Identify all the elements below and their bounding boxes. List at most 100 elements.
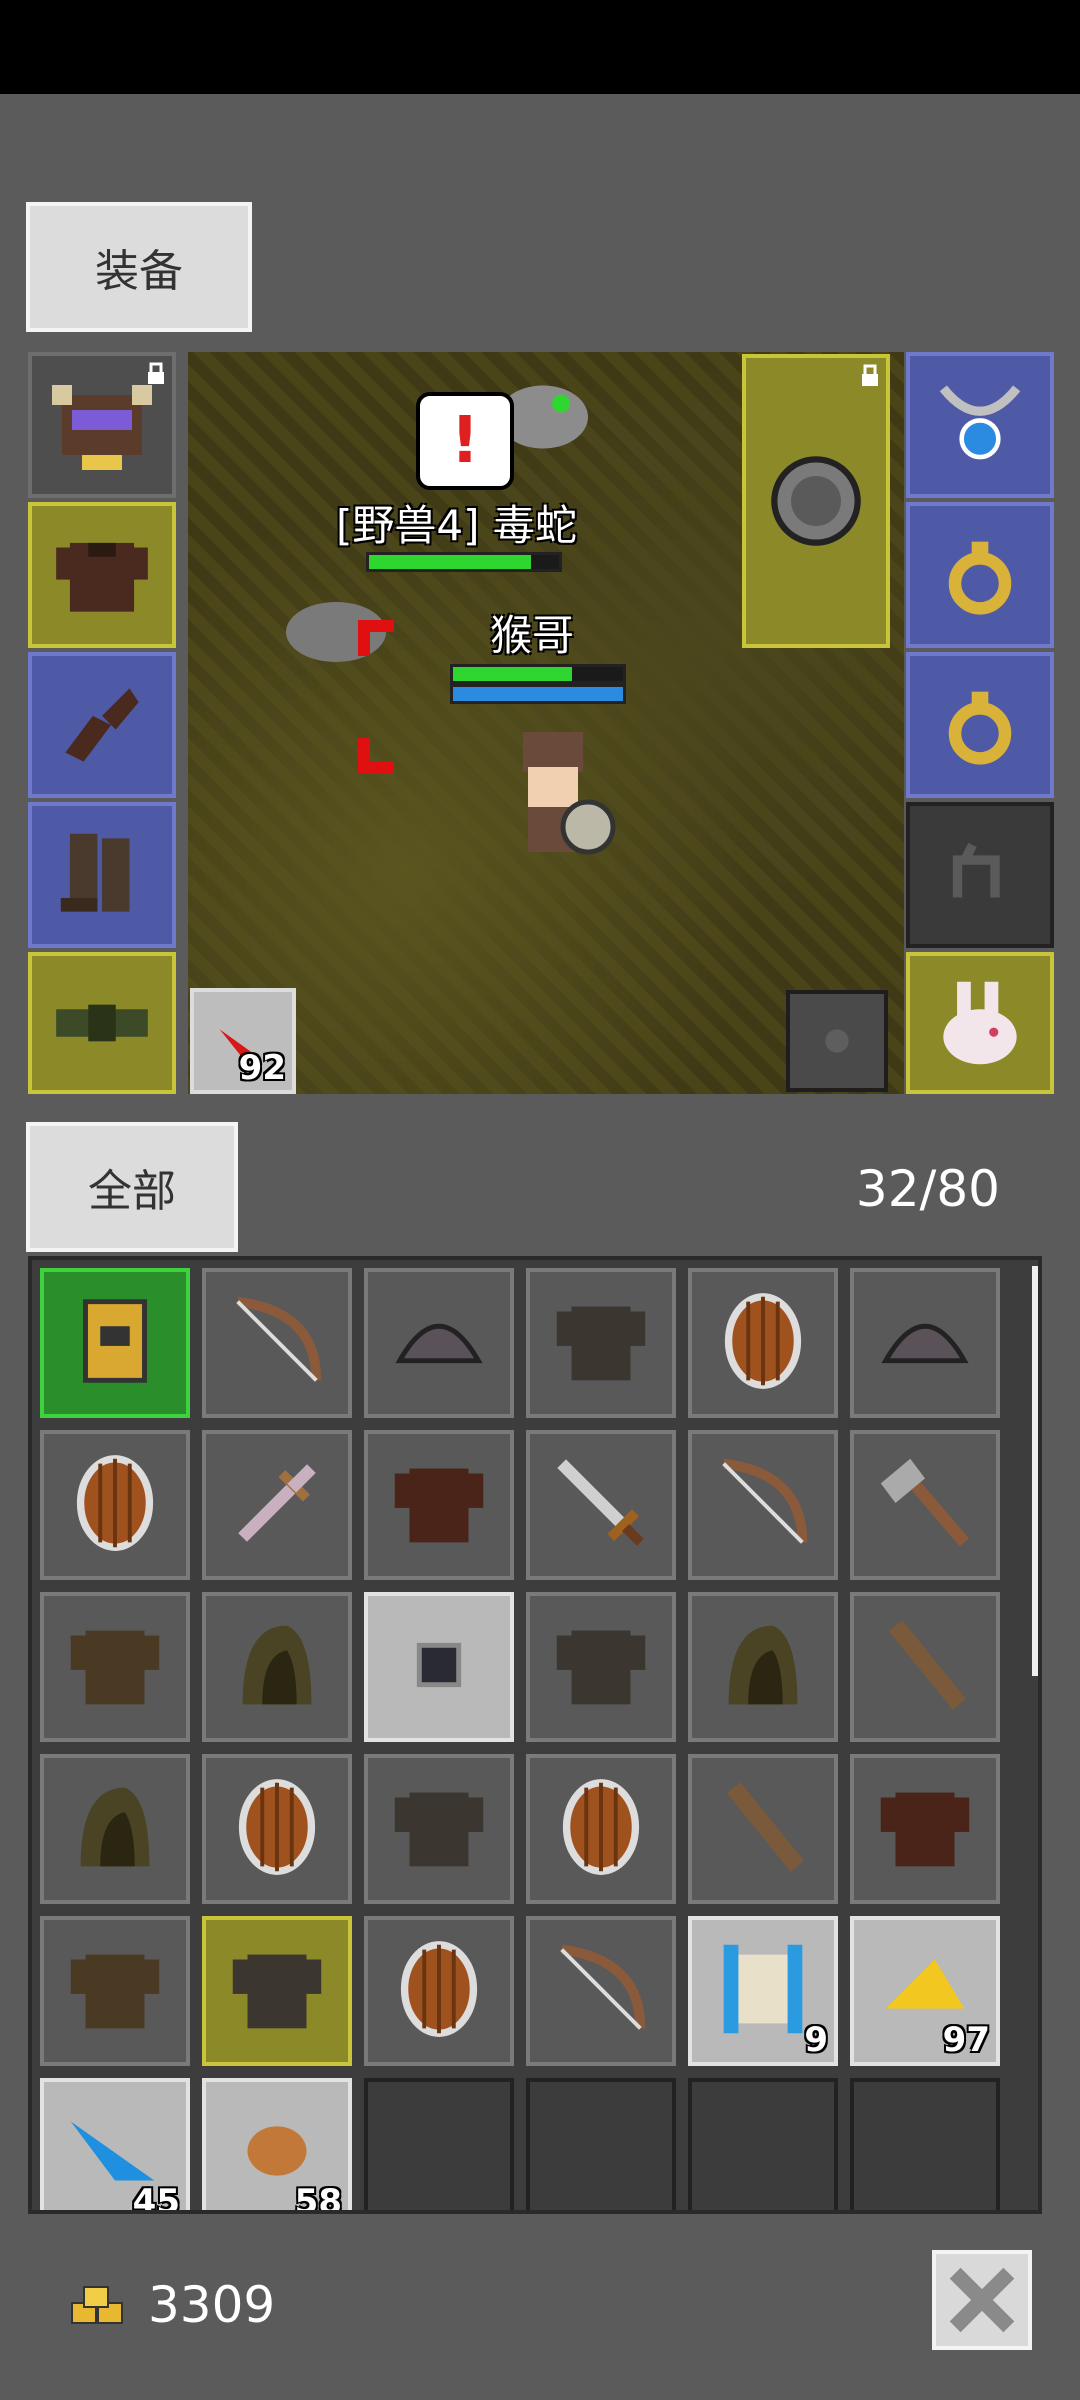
necklace-slot[interactable] <box>906 352 1054 498</box>
inventory-count: 32/80 <box>855 1160 1000 1218</box>
inventory-slot[interactable] <box>40 1268 190 1418</box>
inventory-empty-slot[interactable] <box>688 2078 838 2210</box>
inventory-slot[interactable] <box>688 1592 838 1742</box>
item-count: 9 <box>804 2020 828 2060</box>
inventory-slot[interactable] <box>688 1268 838 1418</box>
gloves-slot[interactable] <box>28 652 176 798</box>
ring-slot-1[interactable] <box>906 502 1054 648</box>
inventory-slot[interactable] <box>364 1916 514 2066</box>
arrow-slot[interactable]: 92 <box>190 988 296 1094</box>
enemy-name: [野兽4] 毒蛇 <box>336 501 577 550</box>
inventory-slot[interactable] <box>40 1754 190 1904</box>
enemy-hp-bar <box>366 552 562 572</box>
wooden-shield-icon <box>724 1293 802 1389</box>
inventory-filter-all[interactable]: 全部 <box>26 1122 238 1252</box>
short-sword-icon <box>238 1464 316 1542</box>
golden-helmet-icon <box>83 1299 147 1383</box>
inventory-slot[interactable] <box>202 1268 352 1418</box>
inventory-slot[interactable] <box>364 1592 514 1742</box>
skill-slot[interactable] <box>786 990 888 1092</box>
inventory-empty-slot[interactable] <box>526 2078 676 2210</box>
bow-icon <box>722 1458 808 1544</box>
inventory-slot[interactable] <box>526 1268 676 1418</box>
close-button[interactable] <box>932 2250 1032 2350</box>
pet-slot[interactable] <box>906 952 1054 1094</box>
wooden-shield-icon <box>562 1779 640 1875</box>
necklace-icon <box>939 385 1021 460</box>
inventory-empty-slot[interactable] <box>850 2078 1000 2210</box>
inventory-slot[interactable] <box>40 1592 190 1742</box>
target-marker-bottom <box>358 738 394 774</box>
hood-icon <box>242 1625 312 1705</box>
belt-slot[interactable] <box>28 952 176 1094</box>
iron-cap-icon <box>881 1323 969 1364</box>
inventory-slot[interactable] <box>202 1754 352 1904</box>
mount-slot[interactable] <box>906 802 1054 948</box>
inventory-slot[interactable] <box>202 1916 352 2066</box>
inventory-grid: 9 97 45 58 <box>28 1256 1042 2214</box>
dark-armor-icon <box>394 1792 484 1867</box>
gloves-icon <box>65 688 139 762</box>
iron-cap-icon <box>395 1323 483 1364</box>
inventory-slot[interactable]: 45 <box>40 2078 190 2210</box>
helmet-slot[interactable] <box>28 352 176 498</box>
inventory-slot[interactable] <box>526 1430 676 1580</box>
item-count: 97 <box>942 2020 990 2060</box>
horned-helmet-icon <box>52 385 152 470</box>
gold-coins-icon <box>71 2286 123 2324</box>
hood-icon <box>728 1625 798 1705</box>
long-sword-icon <box>557 1459 644 1546</box>
dark-armor-icon <box>556 1630 646 1705</box>
inventory-slot[interactable] <box>40 1916 190 2066</box>
inventory-slot[interactable] <box>688 1754 838 1904</box>
lock-icon <box>862 364 878 386</box>
inventory-slot[interactable] <box>688 1430 838 1580</box>
target-marker-top <box>358 620 394 656</box>
inventory-slot[interactable] <box>850 1268 1000 1418</box>
inventory-slot[interactable]: 58 <box>202 2078 352 2214</box>
inventory-slot[interactable] <box>202 1592 352 1742</box>
inventory-slot[interactable]: 9 <box>688 1916 838 2066</box>
inventory-slot[interactable] <box>526 1916 676 2066</box>
player-name: 猴哥 <box>490 611 575 660</box>
inventory-slot[interactable] <box>364 1430 514 1580</box>
equip-tab[interactable]: 装备 <box>26 202 252 332</box>
ore-icon <box>416 1642 462 1688</box>
axe-icon <box>880 1458 969 1547</box>
gold-amount: 3309 <box>148 2276 276 2334</box>
ring-icon <box>948 691 1012 765</box>
wooden-shield-icon <box>238 1779 316 1875</box>
ring-slot-2[interactable] <box>906 652 1054 798</box>
inventory-slot[interactable] <box>40 1430 190 1580</box>
inventory-slot[interactable] <box>526 1592 676 1742</box>
inventory-slot[interactable] <box>850 1592 1000 1742</box>
wooden-shield-icon <box>400 1941 478 2037</box>
club-icon <box>888 1620 967 1710</box>
inventory-empty-slot[interactable] <box>364 2078 514 2210</box>
body-armor-slot[interactable] <box>28 502 176 648</box>
leather-armor-icon <box>394 1468 484 1543</box>
player-hp-bar <box>450 664 626 684</box>
bow-icon <box>236 1296 322 1382</box>
dark-armor-icon <box>556 1306 646 1381</box>
arrow-count: 92 <box>238 1048 286 1088</box>
inventory-slot[interactable] <box>364 1268 514 1418</box>
inventory-slot[interactable] <box>202 1430 352 1580</box>
boots-slot[interactable] <box>28 802 176 948</box>
inventory-slot[interactable] <box>850 1754 1000 1904</box>
fur-armor-icon <box>70 1954 160 2029</box>
inventory-slot[interactable] <box>850 1430 1000 1580</box>
shield-slot[interactable] <box>742 354 890 648</box>
inventory-slot[interactable]: 97 <box>850 1916 1000 2066</box>
inventory-slot[interactable] <box>364 1754 514 1904</box>
leather-armor-icon <box>56 542 148 612</box>
inventory-slot[interactable] <box>526 1754 676 1904</box>
wooden-shield-icon <box>76 1455 154 1551</box>
status-bar <box>0 0 1080 94</box>
fur-armor-icon <box>70 1630 160 1705</box>
horse-silhouette-icon <box>952 842 1000 898</box>
boots-icon <box>60 833 130 912</box>
item-count: 58 <box>294 2182 342 2214</box>
ring-icon <box>948 541 1012 615</box>
inventory-scrollbar[interactable] <box>1032 1266 1038 1676</box>
